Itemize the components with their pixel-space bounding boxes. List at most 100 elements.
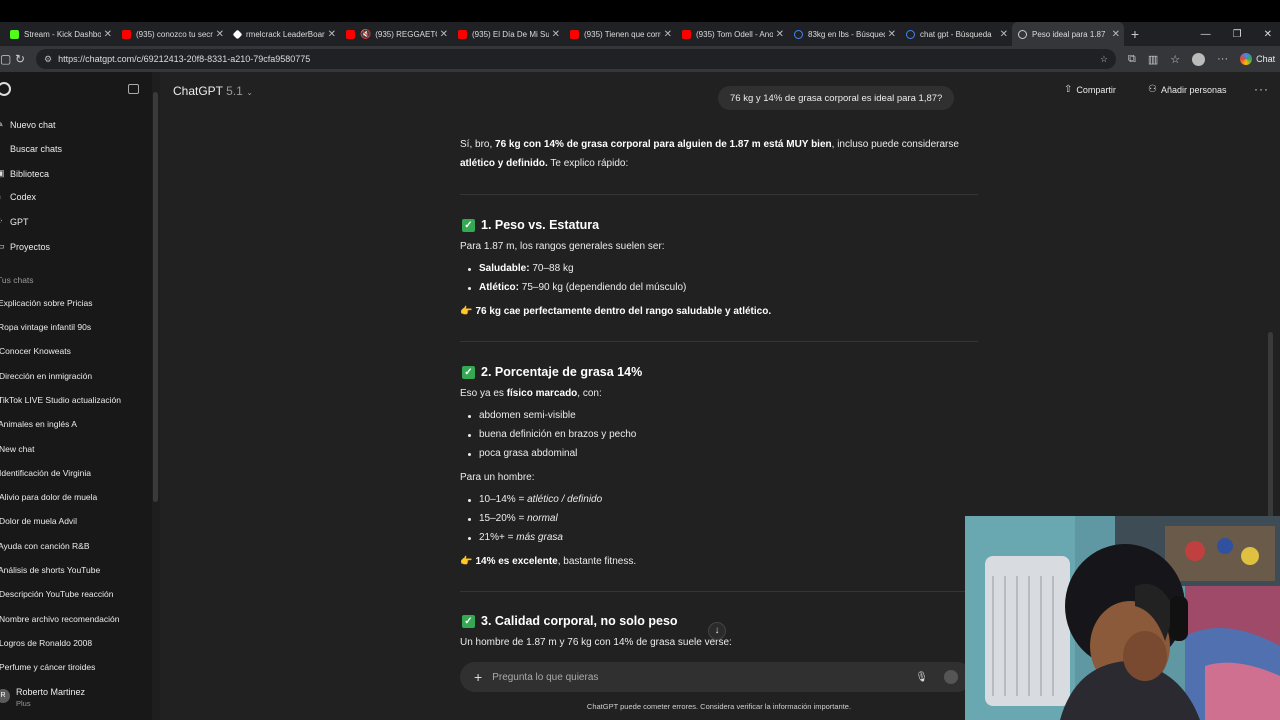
- chat-history-item[interactable]: New chat: [0, 444, 149, 454]
- sidebar: ✎Nuevo chat ⌕Buscar chats ▣Biblioteca ◌C…: [0, 72, 253, 720]
- user-profile[interactable]: R Roberto Martinez Plus: [0, 684, 152, 712]
- chat-history-item[interactable]: Conocer Knoweats: [0, 346, 149, 356]
- sidebar-toggle-icon[interactable]: [128, 84, 139, 94]
- close-icon[interactable]: ✕: [552, 29, 560, 40]
- note: 👉 76 kg cae perfectamente dentro del rang…: [460, 305, 980, 320]
- browser-tab[interactable]: (935) Tom Odell - Another Love✕: [676, 22, 788, 46]
- close-icon[interactable]: ✕: [1000, 29, 1008, 40]
- chat-history-item[interactable]: Animales en inglés A: [0, 419, 148, 429]
- restore-icon[interactable]: ❐: [1233, 29, 1242, 40]
- webcam-image: [965, 516, 1280, 720]
- tab-search-icon[interactable]: ▢: [0, 52, 11, 66]
- note-bold: 14% es excelente: [475, 556, 558, 567]
- chat-history-item[interactable]: Perfume y cáncer tiroides: [0, 662, 149, 672]
- chat-history-item[interactable]: Nombre archivo recomendación: [0, 614, 149, 624]
- browser-tab[interactable]: Stream - Kick Dashboard✕: [4, 22, 116, 46]
- sidebar-item-buscar-chats[interactable]: ⌕Buscar chats: [0, 143, 150, 154]
- youtube-icon: [458, 29, 467, 39]
- bookmark-star-icon[interactable]: ☆: [1100, 54, 1108, 65]
- favorites-icon[interactable]: ☆: [1170, 53, 1180, 66]
- chat-history-item[interactable]: TikTok LIVE Studio actualización: [0, 395, 148, 405]
- sidebar-scroll-thumb[interactable]: [153, 92, 158, 502]
- browser-tab[interactable]: (935) conozco tu secreto✕: [116, 22, 228, 46]
- extensions-icon[interactable]: ⧉: [1128, 53, 1136, 66]
- tab-title: 83kg en lbs - Búsqueda: [808, 29, 885, 39]
- tab-title: (935) Tienen que correr: [584, 29, 661, 39]
- list-item: Saludable: 70–88 kg: [468, 262, 574, 277]
- chat-history-item[interactable]: Dirección en inmigración: [0, 371, 149, 381]
- close-icon[interactable]: ✕: [664, 29, 672, 40]
- sidebar-item-label: Proyectos: [10, 241, 51, 252]
- range-label: más grasa: [516, 532, 563, 543]
- sidebar-item-nuevo-chat[interactable]: ✎Nuevo chat: [0, 119, 150, 130]
- site-info-icon[interactable]: ⚙: [44, 54, 52, 65]
- range-value: 21%+ =: [479, 532, 517, 543]
- scroll-to-bottom-button[interactable]: ↓: [708, 622, 726, 640]
- folder-icon: ▭: [0, 241, 5, 251]
- chat-history-item[interactable]: Dolor de muela Advil: [0, 516, 149, 526]
- close-icon[interactable]: ✕: [216, 29, 224, 40]
- add-people-button[interactable]: ⚇ Añadir personas: [1148, 84, 1227, 95]
- browser-tab[interactable]: (935) El Día De Mi Suerte✕: [452, 22, 564, 46]
- share-button[interactable]: ⇧ Compartir: [1064, 84, 1116, 95]
- browser-tab[interactable]: (935) Tienen que correr ✕: [564, 22, 676, 46]
- sidebar-scrollbar[interactable]: [152, 72, 160, 720]
- close-icon[interactable]: ✕: [776, 29, 784, 40]
- openai-logo-icon[interactable]: [0, 82, 11, 96]
- sidebar-item-gpt[interactable]: ⁘GPT: [0, 216, 150, 227]
- list-text: abdomen semi-visible: [479, 410, 576, 421]
- browser-tab[interactable]: chat gpt - Búsqueda ✕: [900, 22, 1012, 46]
- close-icon[interactable]: ✕: [328, 29, 336, 40]
- prompt-input[interactable]: [492, 671, 916, 683]
- url-field[interactable]: ⚙ https://chatgpt.com/c/69212413-20f8-83…: [36, 49, 1116, 69]
- reload-icon[interactable]: ↻: [10, 52, 30, 66]
- copilot-chat-button[interactable]: Chat: [1240, 53, 1275, 65]
- list-text: 10–14% = atlético / definido: [479, 493, 602, 508]
- minimize-icon[interactable]: —: [1201, 29, 1211, 40]
- microphone-icon[interactable]: 🎙: [915, 672, 928, 683]
- list-text: poca grasa abdominal: [479, 448, 578, 459]
- sidebar-item-label: Biblioteca: [10, 168, 50, 179]
- list-bold: Saludable:: [479, 263, 530, 274]
- chevron-down-icon: ⌄: [246, 88, 253, 97]
- list-text: buena definición en brazos y pecho: [479, 429, 637, 440]
- browser-tab[interactable]: 83kg en lbs - Búsqueda ✕: [788, 22, 900, 46]
- close-icon[interactable]: ✕: [104, 29, 112, 40]
- sidebar-item-codex[interactable]: ◌Codex: [0, 192, 150, 202]
- browser-tab-active[interactable]: Peso ideal para 1.87 ✕: [1012, 22, 1124, 46]
- sidebar-item-proyectos[interactable]: ▭ Proyectos: [0, 241, 150, 252]
- plus-icon[interactable]: +: [474, 669, 482, 685]
- browser-tab[interactable]: 🔇 (935) REGGAETON ✕: [340, 22, 452, 46]
- check-mark-icon: ✓: [462, 218, 475, 232]
- voice-mode-icon[interactable]: [944, 670, 958, 684]
- close-icon[interactable]: ✕: [440, 29, 448, 40]
- chat-history-item[interactable]: Logros de Ronaldo 2008: [0, 638, 149, 648]
- sidebar-section-title: Tus chats: [0, 275, 34, 285]
- profile-icon[interactable]: [1192, 52, 1206, 66]
- more-options-icon[interactable]: ···: [1254, 82, 1269, 96]
- sidebar-item-biblioteca[interactable]: ▣ Biblioteca: [0, 168, 150, 179]
- chat-history-item[interactable]: Análisis de shorts YouTube: [0, 565, 148, 575]
- section-title: 1. Peso vs. Estatura: [481, 218, 600, 232]
- close-icon[interactable]: ✕: [888, 29, 896, 40]
- chat-history-item[interactable]: Descripción YouTube reacción: [0, 589, 149, 599]
- chat-history-item[interactable]: Ropa vintage infantil 90s: [0, 322, 148, 332]
- model-selector[interactable]: ChatGPT 5.1 ⌄: [173, 84, 253, 98]
- muted-speaker-icon[interactable]: 🔇: [360, 29, 371, 40]
- divider: [460, 591, 978, 592]
- chat-history-item[interactable]: Identificación de Virginia: [0, 468, 149, 478]
- close-window-icon[interactable]: ✕: [1264, 29, 1272, 40]
- menu-icon[interactable]: ···: [1217, 53, 1228, 65]
- chat-history-item[interactable]: Ayuda con canción R&B: [0, 541, 148, 551]
- split-screen-icon[interactable]: ▥: [1148, 53, 1158, 66]
- list-item: 21%+ = más grasa: [468, 531, 563, 546]
- new-tab-button[interactable]: +: [1124, 26, 1146, 42]
- share-icon: ⇧: [1064, 84, 1073, 95]
- chat-history-item[interactable]: Alivio para dolor de muela: [0, 492, 149, 502]
- chat-history-item[interactable]: Explicación sobre Pricias: [0, 298, 148, 308]
- bullet: [468, 286, 471, 290]
- section-title: 3. Calidad corporal, no solo peso: [481, 614, 678, 628]
- browser-tab[interactable]: rmelcrack LeaderBoard ✕: [228, 22, 340, 46]
- close-icon[interactable]: ✕: [1112, 29, 1120, 40]
- sidebar-top: [0, 82, 152, 100]
